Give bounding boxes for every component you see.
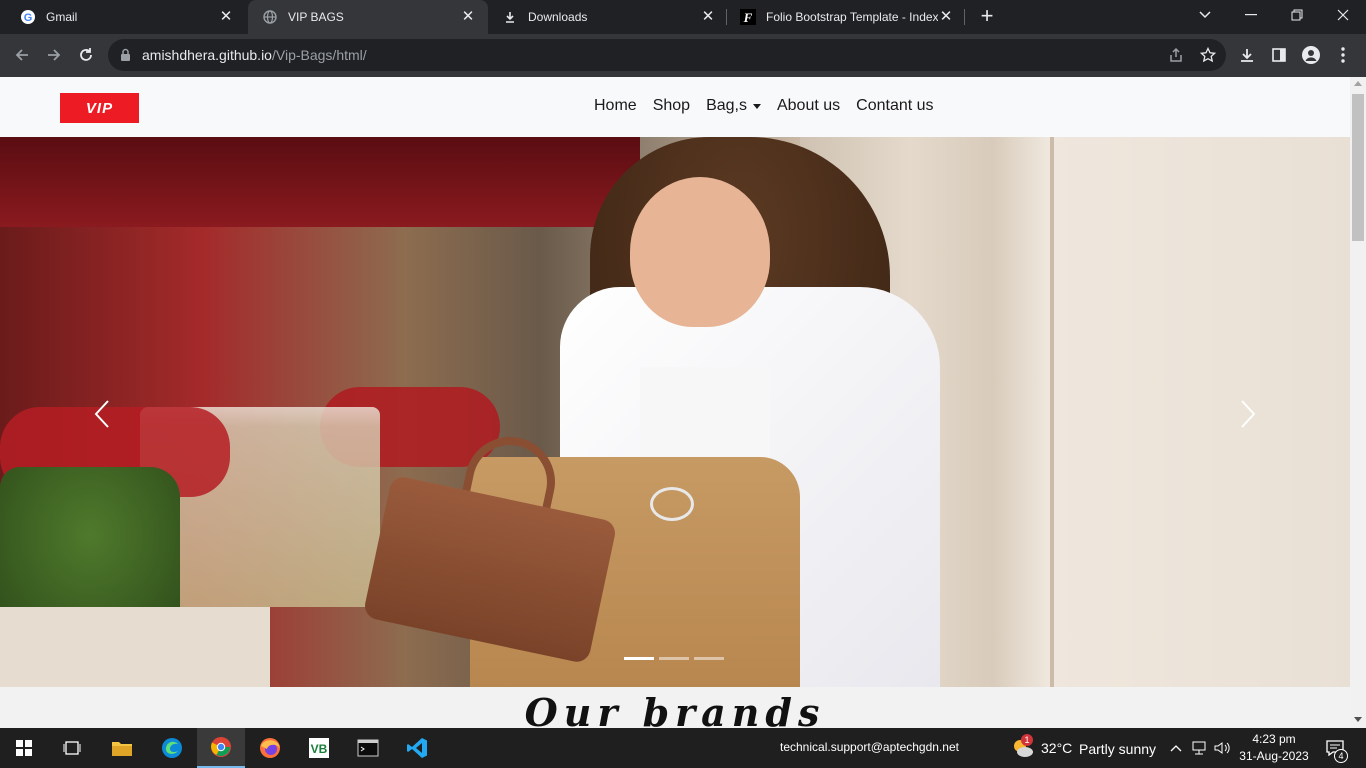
clock-date: 31-Aug-2023: [1239, 749, 1309, 763]
weather-badge: 1: [1021, 734, 1033, 746]
windows-start-icon[interactable]: [0, 728, 48, 768]
scroll-thumb[interactable]: [1352, 94, 1364, 241]
nav-shop[interactable]: Shop: [645, 97, 698, 115]
url-path: /Vip-Bags/html/: [271, 47, 367, 63]
close-icon[interactable]: ✕: [938, 9, 954, 25]
carousel-next-icon[interactable]: [1238, 399, 1258, 429]
nav-about[interactable]: About us: [769, 97, 848, 115]
carousel-indicator[interactable]: [659, 657, 689, 660]
new-tab-button[interactable]: +: [976, 5, 998, 28]
support-email: technical.support@aptechgdn.net: [780, 740, 959, 754]
close-icon[interactable]: ✕: [700, 9, 716, 25]
nav-bags-dropdown[interactable]: Bag,s: [698, 97, 769, 115]
back-button[interactable]: [9, 42, 35, 68]
windows-taskbar: VB technical.support@aptechgdn.net 1 32°…: [0, 728, 1366, 768]
file-explorer-icon[interactable]: [98, 728, 146, 768]
hero-carousel: [0, 137, 1350, 687]
volume-icon[interactable]: [1214, 739, 1232, 757]
svg-text:VB: VB: [311, 742, 328, 756]
notification-count-badge: 4: [1334, 749, 1348, 763]
terminal-icon[interactable]: [344, 728, 392, 768]
tray-chevron-up-icon[interactable]: [1167, 739, 1185, 757]
system-clock[interactable]: 4:23 pm 31-Aug-2023: [1234, 731, 1314, 765]
address-bar[interactable]: amishdhera.github.io/Vip-Bags/html/: [108, 39, 1226, 71]
tab-search-chevron-icon[interactable]: [1182, 0, 1228, 30]
menu-kebab-icon[interactable]: [1330, 42, 1356, 68]
carousel-prev-icon[interactable]: [92, 399, 112, 429]
caret-down-icon: [752, 103, 761, 109]
tab-separator: [964, 9, 965, 25]
weather-temp[interactable]: 32°C: [1041, 740, 1072, 756]
lock-icon[interactable]: [120, 48, 131, 66]
tab-downloads[interactable]: Downloads ✕: [488, 0, 728, 34]
minimize-button[interactable]: [1228, 0, 1274, 30]
edge-icon[interactable]: [148, 728, 196, 768]
close-window-button[interactable]: [1320, 0, 1366, 30]
scroll-down-icon[interactable]: [1354, 717, 1362, 722]
nav-contact[interactable]: Contant us: [848, 97, 941, 115]
tab-title: Folio Bootstrap Template - Index: [766, 10, 938, 24]
restore-button[interactable]: [1274, 0, 1320, 30]
scroll-up-icon[interactable]: [1354, 81, 1362, 86]
globe-icon: [262, 9, 278, 25]
nav-home[interactable]: Home: [586, 97, 645, 115]
carousel-indicators: [624, 657, 724, 660]
site-menu: Home Shop Bag,s About us Contant us: [586, 97, 942, 115]
download-icon[interactable]: [1234, 42, 1260, 68]
google-g-icon: G: [20, 9, 36, 25]
firefox-icon[interactable]: [246, 728, 294, 768]
chrome-icon[interactable]: [197, 728, 245, 768]
reload-button[interactable]: [73, 42, 99, 68]
page-scrollbar[interactable]: [1350, 77, 1366, 728]
page-viewport: VIP Home Shop Bag,s About us Contant us: [0, 77, 1366, 728]
site-navbar: VIP Home Shop Bag,s About us Contant us: [0, 77, 1350, 137]
vscode-icon[interactable]: [393, 728, 441, 768]
tab-folio[interactable]: F Folio Bootstrap Template - Index ✕: [726, 0, 966, 34]
carousel-indicator[interactable]: [624, 657, 654, 660]
forward-button[interactable]: [41, 42, 67, 68]
profile-icon[interactable]: [1298, 42, 1324, 68]
url-text: amishdhera.github.io/Vip-Bags/html/: [142, 47, 367, 63]
brands-heading: Our brands: [524, 690, 826, 728]
clock-time: 4:23 pm: [1252, 732, 1296, 746]
url-host: amishdhera.github.io: [142, 47, 272, 63]
folio-f-icon: F: [740, 9, 756, 25]
site-logo[interactable]: VIP: [60, 93, 139, 123]
tab-title: VIP BAGS: [288, 10, 344, 24]
bookmark-star-icon[interactable]: [1195, 42, 1221, 68]
close-icon[interactable]: ✕: [460, 9, 476, 25]
svg-text:G: G: [24, 12, 33, 24]
share-icon[interactable]: [1163, 42, 1189, 68]
close-icon[interactable]: ✕: [218, 9, 234, 25]
nav-bags-label: Bag,s: [706, 97, 747, 114]
weather-desc[interactable]: Partly sunny: [1079, 741, 1156, 757]
tab-vip-bags[interactable]: VIP BAGS ✕: [248, 0, 488, 34]
browser-tabstrip: G Gmail ✕ VIP BAGS ✕ Downloads ✕ F Folio…: [0, 0, 1366, 34]
task-view-icon[interactable]: [48, 728, 96, 768]
svg-text:F: F: [743, 10, 753, 25]
tab-gmail[interactable]: G Gmail ✕: [6, 0, 246, 34]
carousel-indicator[interactable]: [694, 657, 724, 660]
tab-title: Downloads: [528, 10, 588, 24]
vb-app-icon[interactable]: VB: [295, 728, 343, 768]
tab-title: Gmail: [46, 10, 78, 24]
download-icon: [502, 9, 518, 25]
browser-toolbar: amishdhera.github.io/Vip-Bags/html/: [0, 34, 1366, 77]
network-icon[interactable]: [1191, 739, 1209, 757]
side-panel-icon[interactable]: [1266, 42, 1292, 68]
